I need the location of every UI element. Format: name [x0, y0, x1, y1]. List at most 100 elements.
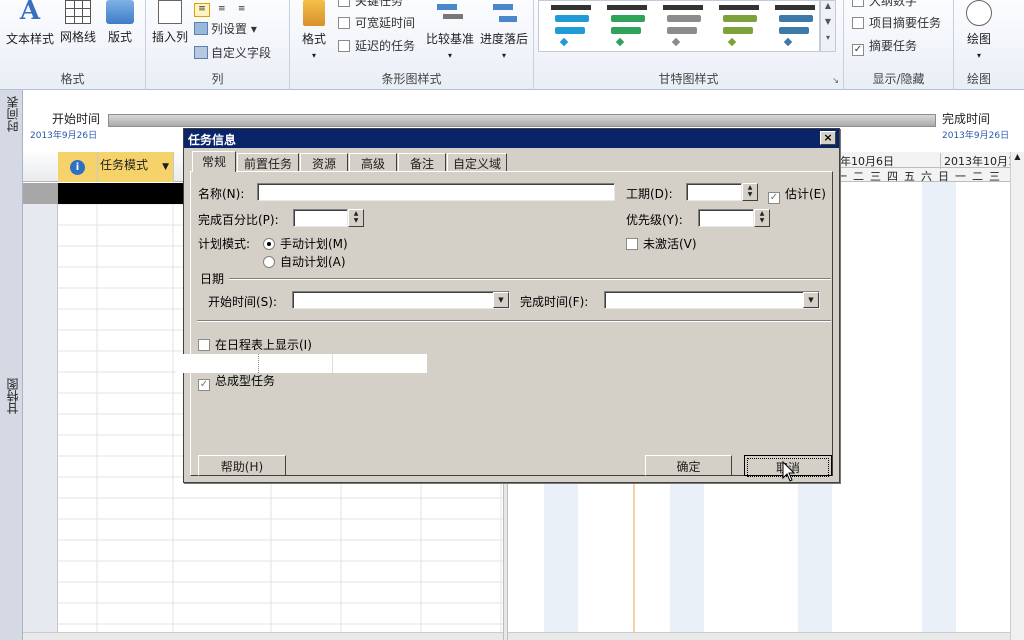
- align-left-icon[interactable]: ≡: [194, 3, 210, 17]
- start-date-combobox[interactable]: ▼: [292, 291, 510, 309]
- late-tasks-checkbox[interactable]: 延迟的任务: [338, 37, 415, 54]
- overlay-patch: [176, 354, 427, 373]
- mouse-cursor-icon: [782, 461, 796, 482]
- ribbon: A 文本样式 网格线 版式 格式 插入列 ≡ ≡ ≡ 列设置 ▾ 自定义字段 列: [0, 0, 1024, 90]
- text-style-button[interactable]: A 文本样式: [4, 0, 56, 47]
- group-format-label: 格式: [60, 72, 85, 86]
- show-on-timeline-checkbox[interactable]: 在日程表上显示(I): [198, 336, 312, 353]
- schedule-mode-label: 计划模式:: [198, 237, 251, 251]
- duration-field[interactable]: [686, 183, 742, 201]
- ok-button[interactable]: 确定: [645, 455, 732, 476]
- row-headers: [23, 183, 58, 640]
- duration-label: 工期(D):: [626, 187, 673, 201]
- group-column-label: 列: [211, 72, 224, 86]
- auto-schedule-radio[interactable]: 自动计划(A): [263, 253, 346, 270]
- column-settings-button[interactable]: 列设置 ▾: [194, 20, 257, 37]
- dialog-title-bar[interactable]: 任务信息: [184, 129, 839, 148]
- tab-advanced[interactable]: 高级: [349, 153, 397, 171]
- column-settings-icon: [194, 22, 208, 35]
- task-mode-column-header[interactable]: 任务模式 ▼: [98, 152, 174, 182]
- critical-tasks-checkbox[interactable]: 关键任务: [338, 0, 403, 9]
- tab-resources[interactable]: 资源: [300, 153, 348, 171]
- outline-number-checkbox[interactable]: 大纲数字: [852, 0, 917, 9]
- priority-spinner[interactable]: ▲ ▼: [754, 209, 770, 227]
- gridlines-button[interactable]: 网格线: [58, 0, 98, 45]
- indicators-column-header[interactable]: i: [58, 152, 98, 182]
- priority-label: 优先级(Y):: [626, 213, 683, 227]
- priority-field[interactable]: [698, 209, 754, 227]
- tab-predecessors[interactable]: 前置任务: [237, 153, 299, 171]
- group-drawing-label: 绘图: [966, 72, 991, 86]
- drawing-button[interactable]: 绘图 ▾: [958, 0, 1000, 61]
- view-side-label: 甘特图: [0, 148, 23, 640]
- finish-date-combobox[interactable]: ▼: [604, 291, 820, 309]
- chart-horizontal-scrollbar[interactable]: [508, 632, 1010, 640]
- timeline-side-label: 时间表: [0, 90, 23, 148]
- gantt-style-item[interactable]: [771, 3, 821, 49]
- chevron-down-icon[interactable]: ▼: [493, 292, 509, 308]
- group-bar-styles-label: 条形图样式: [381, 72, 442, 86]
- group-show-hide-label: 显示/隐藏: [872, 72, 925, 86]
- gridlines-icon: [65, 0, 91, 24]
- percent-complete-spinner[interactable]: ▲ ▼: [348, 209, 364, 227]
- format-button[interactable]: 格式 ▾: [296, 0, 332, 61]
- dialog-launcher-icon[interactable]: ↘: [832, 76, 839, 85]
- selected-row-header[interactable]: [23, 183, 58, 204]
- help-button[interactable]: 帮助(H): [198, 455, 286, 476]
- chevron-down-icon[interactable]: ▼: [803, 292, 819, 308]
- manual-schedule-radio[interactable]: 手动计划(M): [263, 235, 348, 252]
- baseline-button[interactable]: 比较基准 ▾: [424, 0, 476, 61]
- inactive-checkbox[interactable]: 未激活(V): [626, 235, 697, 252]
- tab-notes[interactable]: 备注: [398, 153, 446, 171]
- tab-custom-fields[interactable]: 自定义域: [447, 153, 507, 171]
- align-buttons[interactable]: ≡ ≡ ≡: [194, 0, 250, 18]
- chevron-down-icon[interactable]: ▼: [162, 162, 169, 172]
- custom-fields-button[interactable]: 自定义字段: [194, 44, 271, 61]
- general-tab-panel: 名称(N): 工期(D): ▲ ▼ ✓ 估计(E) 完成百分比(P): ▲ ▼ 优先级…: [176, 171, 833, 477]
- timescale-header: 年10月6日 2013年10月1 一二三四五六日一二三: [836, 152, 1024, 183]
- custom-fields-icon: [194, 46, 208, 59]
- project-summary-task-checkbox[interactable]: 项目摘要任务: [852, 14, 941, 31]
- timescale-days: 一二三四五六日一二三: [836, 167, 1024, 183]
- ribbon-group-show-hide: 大纲数字 项目摘要任务 ✓ 摘要任务 显示/隐藏: [844, 0, 954, 90]
- slack-checkbox[interactable]: 可宽延时间: [338, 14, 415, 31]
- ribbon-group-drawing: 绘图 ▾ 绘图: [954, 0, 1004, 90]
- grid-horizontal-scrollbar[interactable]: [23, 632, 503, 640]
- insert-column-button[interactable]: 插入列: [150, 0, 190, 45]
- summary-tasks-checkbox[interactable]: ✓ 摘要任务: [852, 37, 917, 56]
- align-center-icon[interactable]: ≡: [214, 4, 230, 18]
- ribbon-group-format: A 文本样式 网格线 版式 格式: [0, 0, 146, 90]
- close-icon[interactable]: ×: [820, 131, 836, 145]
- percent-complete-field[interactable]: [293, 209, 348, 227]
- summary-task-checkbox[interactable]: ✓ 总成型任务: [198, 372, 275, 391]
- ribbon-group-column: 插入列 ≡ ≡ ≡ 列设置 ▾ 自定义字段 列: [146, 0, 290, 90]
- timeline-bar[interactable]: [108, 114, 936, 127]
- gallery-scroll[interactable]: ▲ ▼ ▾: [820, 0, 836, 52]
- chart-vertical-scrollbar[interactable]: ▲: [1010, 152, 1024, 640]
- ribbon-group-bar-styles: 格式 ▾ 关键任务 可宽延时间 延迟的任务 比较基准 ▾ 进度落后 ▾ 条形图样式: [290, 0, 534, 90]
- gantt-style-item[interactable]: [547, 3, 597, 49]
- timeline-finish-date: 2013年9月26日: [942, 131, 1010, 141]
- slippage-button[interactable]: 进度落后 ▾: [478, 0, 530, 61]
- duration-spinner[interactable]: ▲ ▼: [742, 183, 758, 201]
- finish-date-label: 完成时间(F):: [520, 295, 589, 309]
- task-information-dialog: 任务信息 × 常规 前置任务 资源 高级 备注 自定义域 名称(N): 工期(D…: [176, 128, 840, 483]
- lower-separator: [197, 320, 831, 322]
- name-field[interactable]: [257, 183, 615, 201]
- start-date-label: 开始时间(S):: [208, 295, 278, 309]
- estimated-checkbox[interactable]: ✓ 估计(E): [768, 185, 826, 204]
- gantt-style-item[interactable]: [659, 3, 709, 49]
- baseline-icon: [435, 0, 465, 26]
- layout-icon: [106, 0, 134, 24]
- dates-separator: [229, 278, 831, 280]
- gantt-style-gallery[interactable]: [538, 0, 820, 52]
- align-right-icon[interactable]: ≡: [234, 4, 250, 18]
- gantt-style-item[interactable]: [603, 3, 653, 49]
- group-gantt-styles-label: 甘特图样式: [658, 72, 719, 86]
- tab-general[interactable]: 常规: [192, 151, 236, 172]
- layout-button[interactable]: 版式: [102, 0, 138, 45]
- timeline-finish-label: 完成时间: [942, 112, 991, 126]
- info-icon: i: [70, 160, 85, 175]
- gantt-style-item[interactable]: [715, 3, 765, 49]
- insert-column-icon: [158, 0, 182, 24]
